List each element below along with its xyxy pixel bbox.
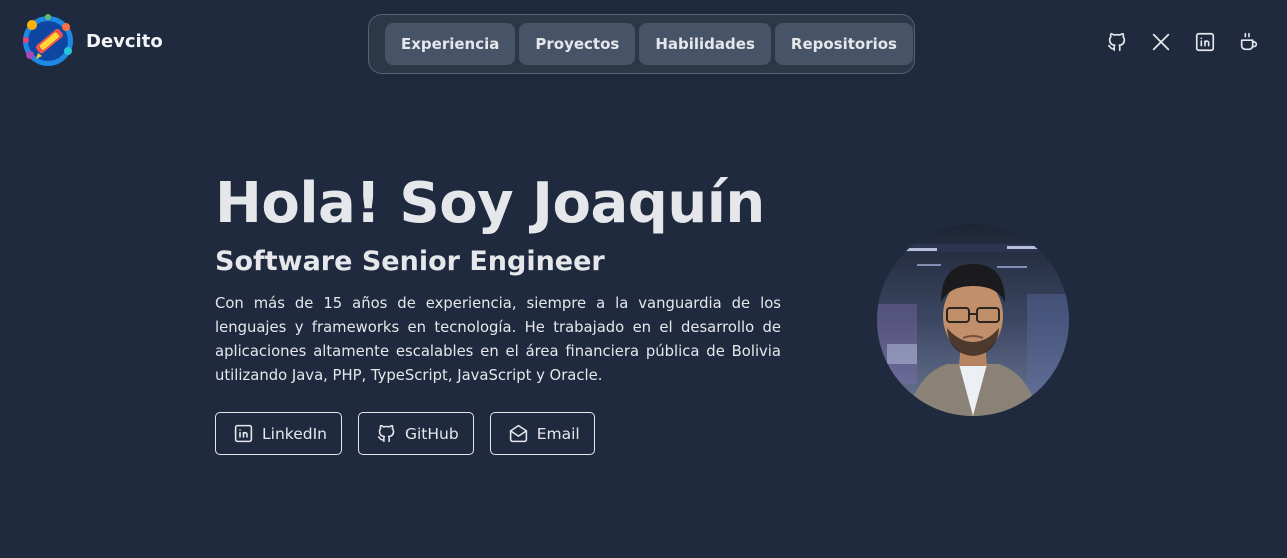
coffee-icon (1240, 32, 1258, 51)
linkedin-link[interactable] (1193, 24, 1217, 60)
x-icon (1152, 33, 1170, 51)
hero-description: Con más de 15 años de experiencia, siemp… (215, 295, 781, 384)
github-icon (377, 424, 395, 443)
social-links (1105, 24, 1261, 60)
brand-name: Devcito (86, 30, 163, 52)
github-button-label: GitHub (404, 424, 459, 443)
github-button[interactable]: GitHub (357, 412, 474, 455)
coffee-link[interactable] (1237, 24, 1261, 60)
x-link[interactable] (1149, 24, 1173, 60)
profile-photo (877, 224, 1069, 416)
cta-buttons: LinkedIn GitHub Email (215, 412, 781, 455)
email-button-label: Email (536, 424, 580, 443)
nav-item-proyectos[interactable]: Proyectos (519, 23, 636, 65)
linkedin-icon (1195, 32, 1215, 52)
devcito-logo-icon (23, 14, 73, 66)
nav-item-experiencia[interactable]: Experiencia (385, 23, 516, 65)
linkedin-icon (234, 424, 253, 443)
hero-subtitle: Software Senior Engineer (215, 246, 605, 277)
email-button[interactable]: Email (489, 412, 595, 455)
github-icon (1107, 32, 1126, 52)
mail-icon (509, 424, 527, 443)
site-header: Devcito Experiencia Proyectos Habilidade… (0, 0, 1287, 86)
hero-section: Hola! Soy Joaquín Software Senior Engine… (215, 168, 781, 455)
brand-link[interactable]: Devcito (20, 14, 163, 68)
hero-title: Hola! Soy Joaquín (215, 171, 765, 236)
linkedin-button[interactable]: LinkedIn (215, 412, 342, 455)
github-link[interactable] (1105, 24, 1129, 60)
nav-item-habilidades[interactable]: Habilidades (639, 23, 771, 65)
nav-item-repositorios[interactable]: Repositorios (774, 23, 913, 65)
main-nav: Experiencia Proyectos Habilidades Reposi… (368, 14, 915, 74)
linkedin-button-label: LinkedIn (262, 424, 327, 443)
